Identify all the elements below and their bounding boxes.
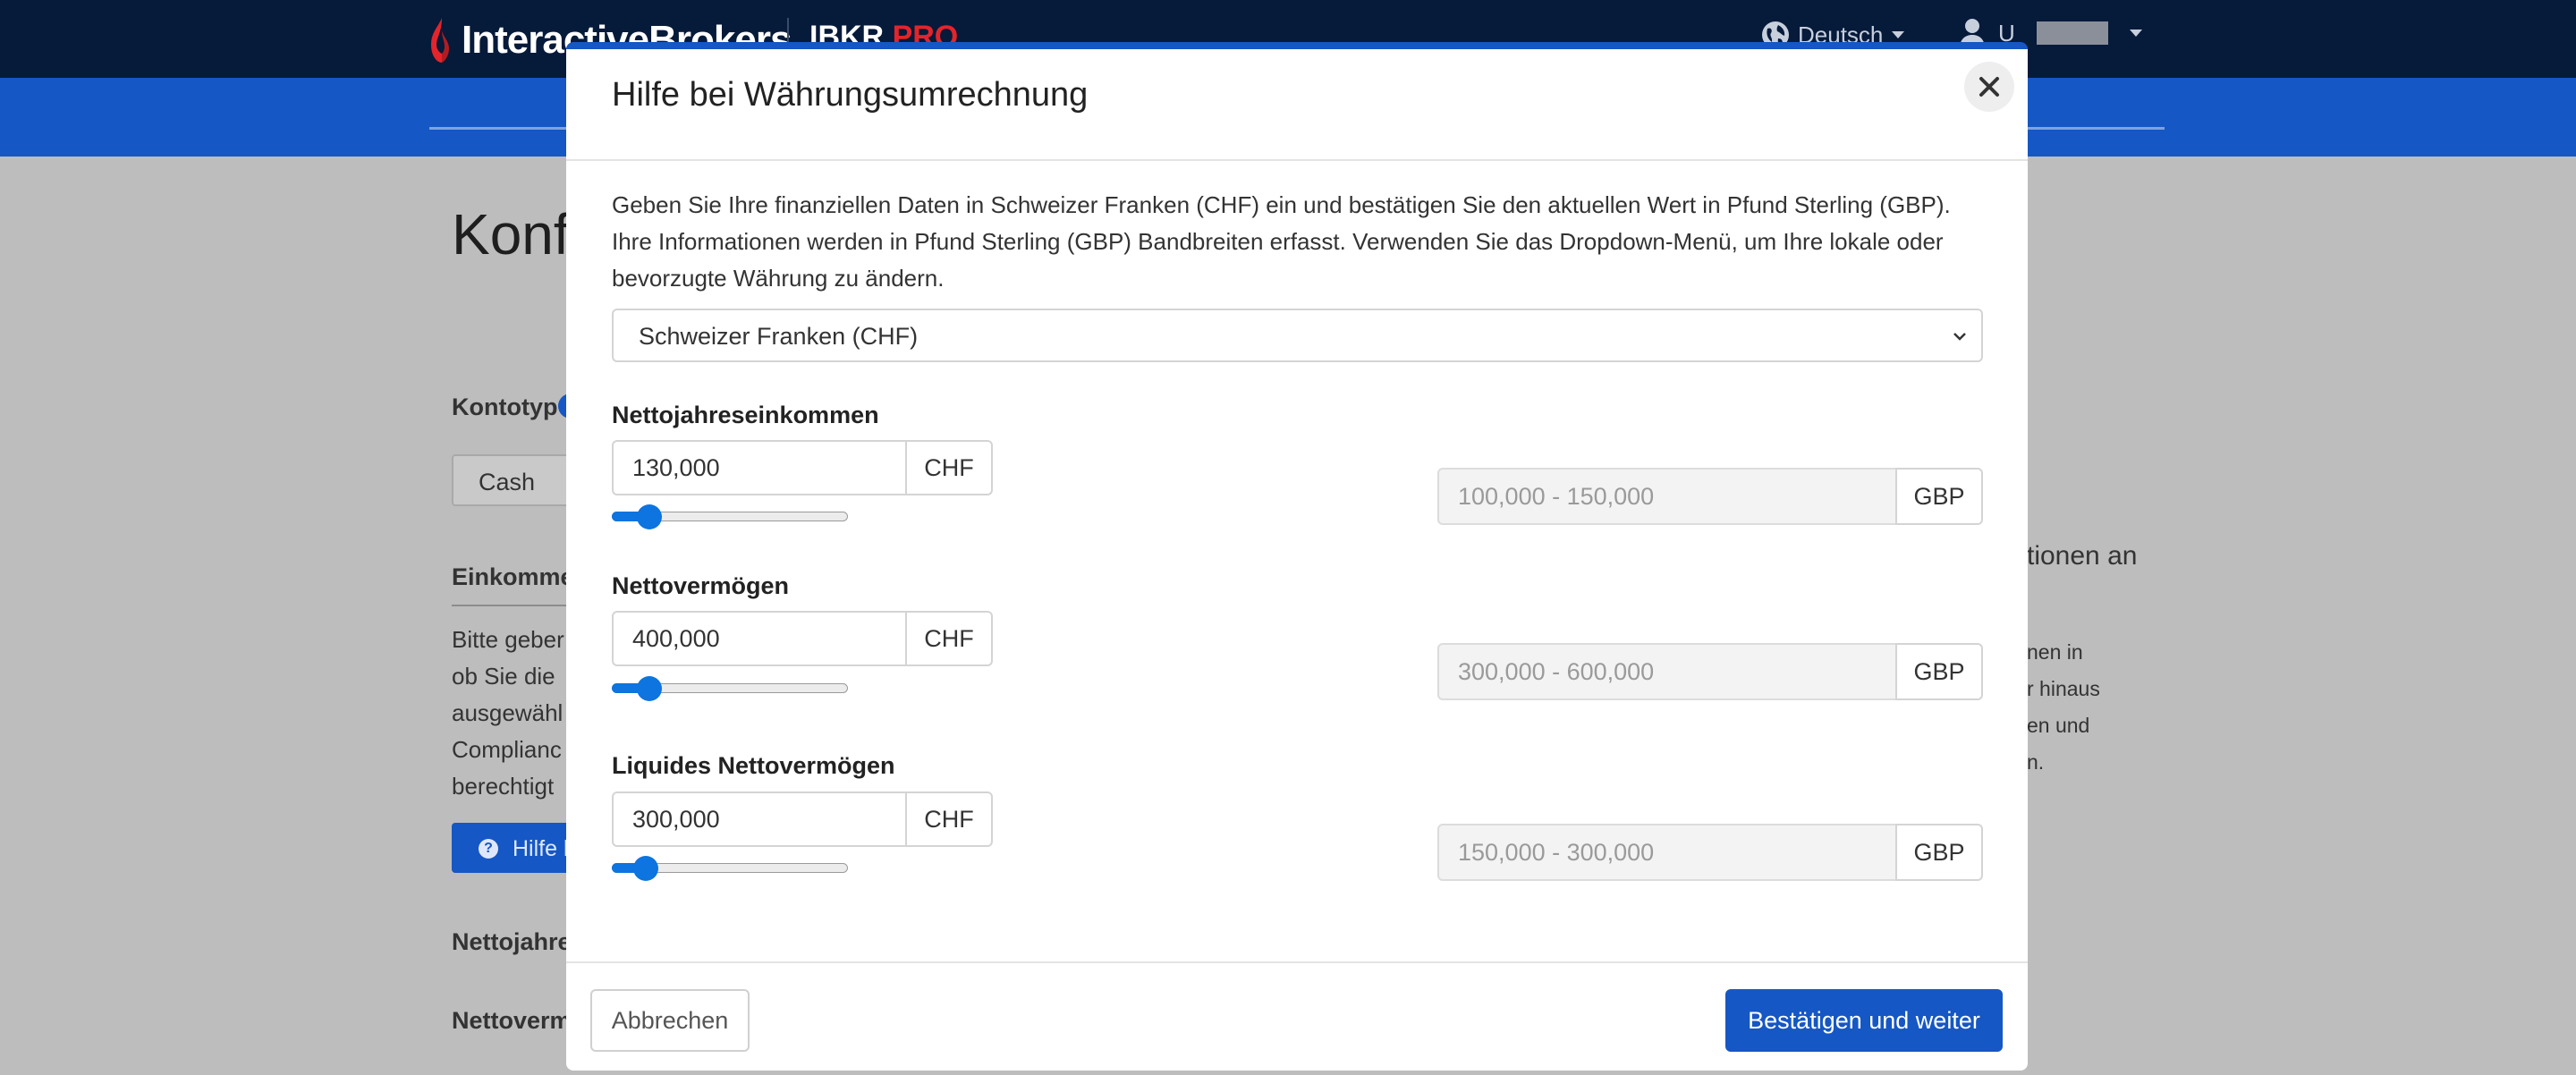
liquid-net-worth-label: Liquides Nettovermögen [612, 752, 895, 779]
net-annual-income-input[interactable]: 130,000 [612, 440, 907, 495]
account-type-field[interactable]: Cash [452, 454, 577, 506]
close-button[interactable] [1964, 62, 2014, 112]
page-title: Konf [452, 202, 570, 267]
close-icon [1979, 77, 1999, 97]
chevron-down-icon [1953, 333, 1966, 341]
net-worth-input[interactable]: 400,000 [612, 611, 907, 666]
modal-intro-text: Geben Sie Ihre finanziellen Daten in Sch… [612, 191, 1951, 292]
modal-footer: Abbrechen Bestätigen und weiter [566, 961, 2028, 1071]
liquid-net-worth-unit: CHF [905, 791, 993, 847]
net-income-label: Nettojahre [452, 928, 572, 955]
chevron-down-icon [2129, 30, 2142, 37]
net-worth-slider[interactable] [612, 675, 848, 701]
net-worth-label: Nettoverm [452, 1007, 572, 1034]
slider-thumb[interactable] [637, 504, 663, 529]
liquid-net-worth-input[interactable]: 300,000 [612, 791, 907, 847]
net-worth-label: Nettovermögen [612, 572, 790, 599]
side-panel-line: n. [2027, 750, 2045, 774]
liquid-net-worth-slider[interactable] [612, 855, 848, 881]
masked-username [2036, 21, 2108, 45]
chevron-down-icon [1892, 31, 1905, 38]
question-icon: ? [479, 839, 498, 859]
net-annual-income-unit: CHF [905, 440, 993, 495]
currency-select-value: Schweizer Franken (CHF) [639, 323, 919, 350]
side-panel-line: nen in [2027, 640, 2083, 664]
net-annual-income-gbp-range: 100,000 - 150,000 [1437, 468, 1897, 525]
currency-help-button[interactable]: ? Hilfe b [452, 823, 577, 873]
side-panel-heading: tionen an [2027, 541, 2138, 571]
liquid-net-worth-gbp-unit: GBP [1895, 824, 1983, 881]
side-panel-line: en und [2027, 714, 2090, 737]
slider-thumb[interactable] [632, 856, 658, 881]
section-divider [452, 605, 577, 606]
net-annual-income-gbp-unit: GBP [1895, 468, 1983, 525]
net-worth-unit: CHF [905, 611, 993, 666]
net-annual-income-slider[interactable] [612, 504, 848, 529]
modal-header: Hilfe bei Währungsumrechnung [566, 49, 2028, 161]
currency-select[interactable]: Schweizer Franken (CHF) [612, 309, 1983, 362]
income-section-heading: Einkomme [452, 563, 574, 590]
currency-conversion-modal: Hilfe bei Währungsumrechnung Geben Sie I… [566, 42, 2028, 1071]
cancel-button[interactable]: Abbrechen [590, 989, 750, 1052]
net-worth-gbp-range: 300,000 - 600,000 [1437, 643, 1897, 700]
liquid-net-worth-gbp-range: 150,000 - 300,000 [1437, 824, 1897, 881]
confirm-button[interactable]: Bestätigen und weiter [1725, 989, 2003, 1052]
net-annual-income-label: Nettojahreseinkommen [612, 402, 879, 428]
slider-thumb[interactable] [637, 676, 663, 701]
modal-title: Hilfe bei Währungsumrechnung [612, 76, 1089, 114]
account-type-label: Kontotyp [452, 394, 558, 420]
net-worth-gbp-unit: GBP [1895, 643, 1983, 700]
flame-logo-icon [431, 18, 449, 63]
side-panel-line: r hinaus [2027, 677, 2100, 700]
